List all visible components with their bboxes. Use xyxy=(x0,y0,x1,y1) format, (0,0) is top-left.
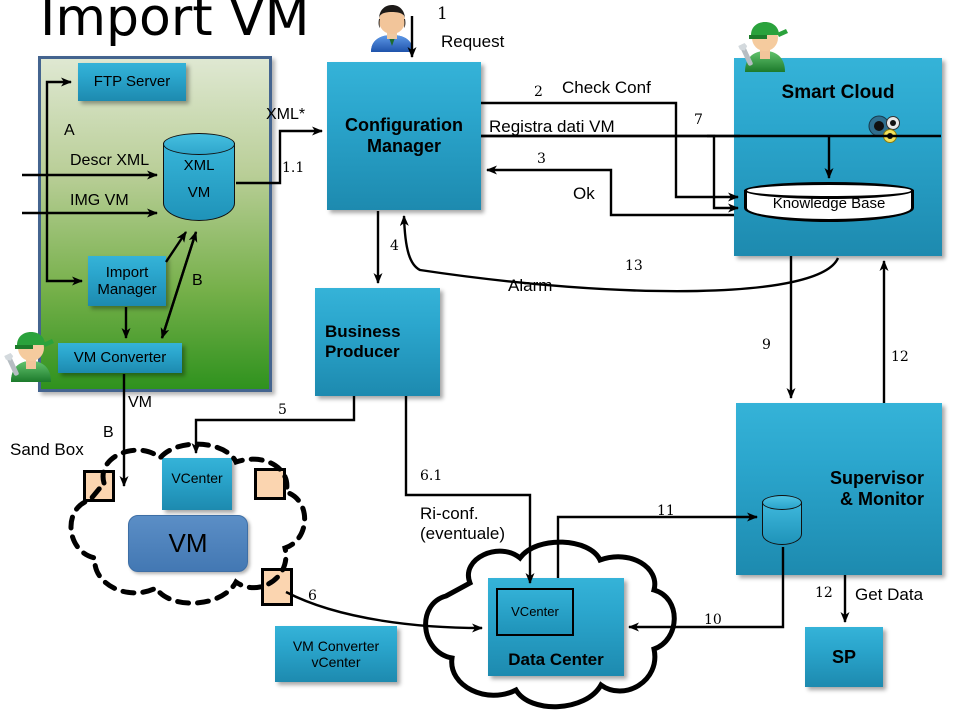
diagram-canvas: Import VM FTP Server Import Manager VM C… xyxy=(0,0,960,720)
flow-num-6: 6 xyxy=(308,588,317,604)
flow-num-11: 12 xyxy=(891,349,909,365)
flow-label-alarm: Alarm xyxy=(508,276,553,295)
flow-num-3: 3 xyxy=(537,151,546,167)
flow-num-12: 12 xyxy=(815,585,833,601)
flow-label-request: Request xyxy=(441,32,505,51)
flow-num-1: 1 xyxy=(437,4,448,24)
connector-layer xyxy=(22,16,941,710)
flow-num-4: 4 xyxy=(390,238,399,254)
flow-num-6-1: 6.1 xyxy=(420,468,443,484)
flow-num-8: 9 xyxy=(762,337,771,353)
flow-label-riconf-line2: (eventuale) xyxy=(420,524,506,543)
flow-num-10: 11 xyxy=(657,503,675,519)
flow-num-13: 13 xyxy=(625,258,643,274)
flow-num-2: 2 xyxy=(534,84,543,100)
flow-label-check-conf: Check Conf xyxy=(562,78,651,97)
flow-label-registra-dati-vm: Registra dati VM xyxy=(489,117,615,136)
flow-label-get-data: Get Data xyxy=(855,585,924,604)
flow-num-7: 7 xyxy=(694,112,703,128)
flow-num-5: 5 xyxy=(278,402,287,418)
flow-num-9: 10 xyxy=(704,612,722,628)
flow-label-ok: Ok xyxy=(573,184,595,203)
flow-label-riconf-line1: Ri-conf. xyxy=(420,504,479,523)
data-center-cloud-outline xyxy=(423,539,677,710)
sandbox-cloud-outline xyxy=(68,441,308,606)
